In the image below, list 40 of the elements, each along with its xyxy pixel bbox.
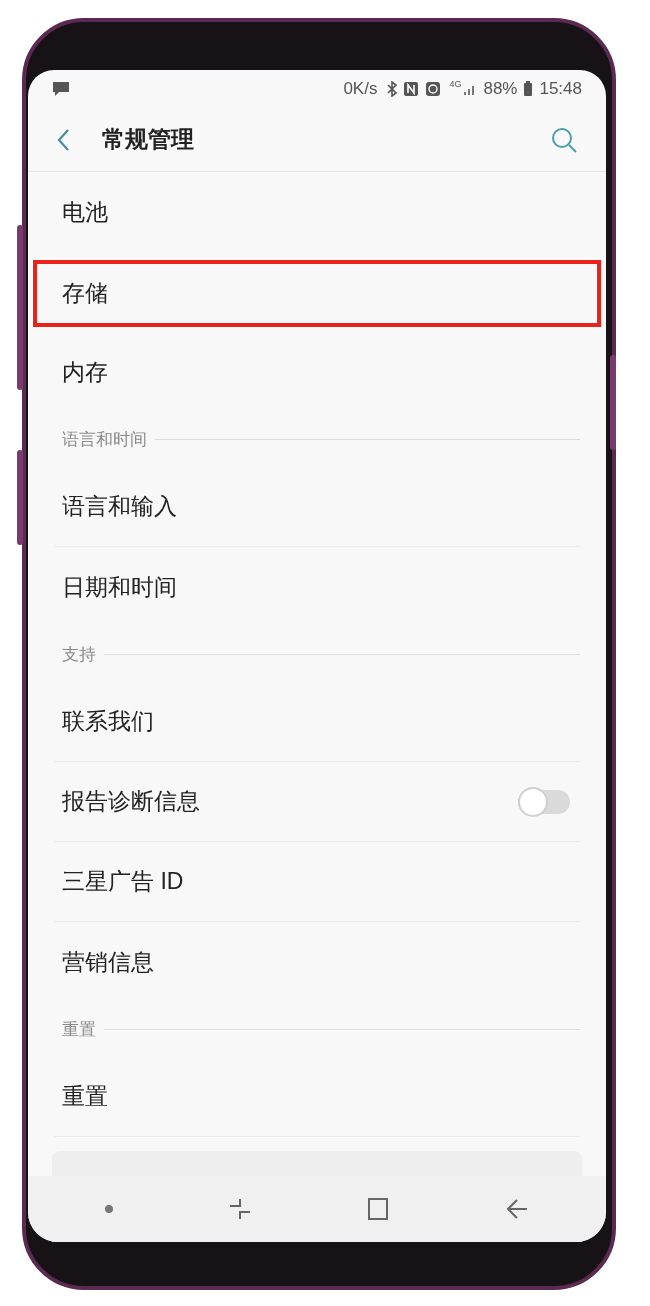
row-label: 重置 (62, 1082, 109, 1112)
search-icon[interactable] (550, 125, 578, 154)
toggle-switch[interactable] (518, 789, 570, 814)
row-label: 营销信息 (62, 947, 155, 977)
settings-row[interactable]: 联系我们 (54, 682, 580, 762)
settings-row[interactable]: 语言和输入 (54, 467, 580, 547)
back-arrow-icon[interactable] (504, 1197, 529, 1221)
row-label: 日期和时间 (62, 572, 178, 602)
back-icon[interactable] (56, 127, 70, 152)
settings-row[interactable]: 内存 (54, 332, 580, 412)
settings-row[interactable]: 日期和时间 (54, 547, 580, 627)
row-label: 联系我们 (62, 707, 155, 737)
settings-row[interactable]: 电池 (54, 172, 580, 252)
message-icon (52, 80, 70, 98)
battery-icon (523, 81, 534, 97)
row-label: 语言和输入 (62, 492, 178, 522)
section-header: 支持 (62, 643, 96, 666)
nfc-icon (403, 81, 420, 97)
bluetooth-icon (387, 81, 398, 97)
row-label: 存储 (62, 279, 109, 309)
settings-row[interactable]: 报告诊断信息 (54, 762, 580, 842)
battery-percent: 88% (483, 78, 518, 101)
settings-row[interactable]: 存储 (54, 264, 580, 323)
section-header: 语言和时间 (62, 428, 147, 451)
row-label: 报告诊断信息 (62, 787, 201, 817)
network-type: 4G (449, 80, 462, 89)
settings-row[interactable]: 重置 (54, 1057, 580, 1137)
home-icon[interactable] (366, 1197, 391, 1221)
dot-icon[interactable] (105, 1205, 114, 1213)
row-label: 三星广告 ID (62, 867, 185, 897)
clock-time: 15:48 (539, 78, 582, 101)
network-speed: 0K/s (343, 78, 378, 101)
section-header: 重置 (62, 1018, 96, 1041)
settings-row[interactable]: 三星广告 ID (54, 842, 580, 922)
row-label: 内存 (62, 357, 109, 387)
settings-row[interactable]: 营销信息 (54, 922, 580, 1002)
recent-apps-icon[interactable] (227, 1197, 252, 1221)
page-title: 常规管理 (102, 125, 194, 155)
row-label: 电池 (62, 197, 109, 227)
alarm-icon (425, 81, 442, 97)
